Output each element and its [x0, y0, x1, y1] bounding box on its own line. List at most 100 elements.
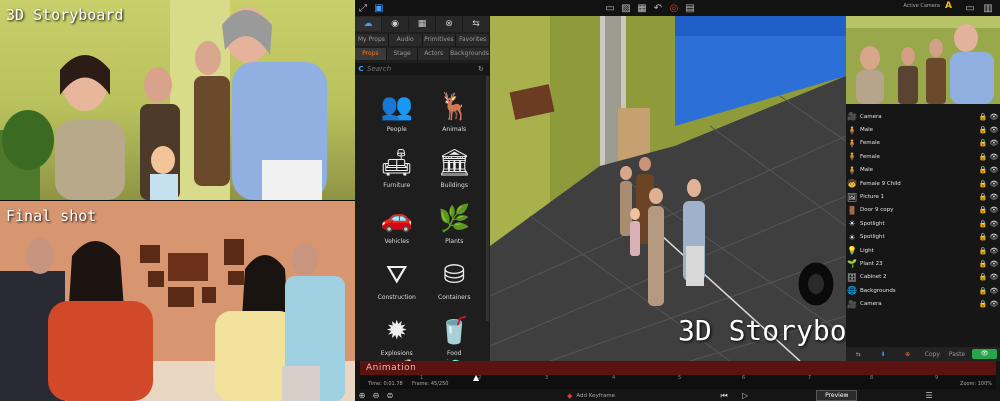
library-item-buildings[interactable]: 🏛 Buildings: [427, 137, 483, 193]
props-mode-icon[interactable]: ☁: [355, 17, 382, 31]
outliner-row[interactable]: 🧍 Male 🔒 👁: [846, 123, 1000, 136]
outliner-row[interactable]: 🧍 Female 🔒 👁: [846, 137, 1000, 150]
library-item-animals[interactable]: 🦌 Animals: [427, 81, 483, 137]
eye-icon[interactable]: 👁: [988, 193, 1000, 201]
lock-icon[interactable]: 🔒: [978, 153, 988, 161]
menu-icon[interactable]: ☰: [925, 391, 932, 400]
eye-icon[interactable]: 👁: [988, 153, 1000, 161]
outliner-row[interactable]: 🧍 Female 🔒 👁: [846, 150, 1000, 163]
eye-icon[interactable]: 👁: [988, 260, 1000, 268]
eye-icon[interactable]: 👁: [988, 206, 1000, 214]
outliner-row[interactable]: 🌱 Plant 23 🔒 👁: [846, 257, 1000, 270]
library-item-people[interactable]: 👥 People: [369, 81, 425, 137]
eye-icon[interactable]: 👁: [988, 220, 1000, 228]
add-keyframe-button[interactable]: Add Keyframe: [576, 393, 615, 399]
tab-my-props[interactable]: My Props: [355, 34, 389, 46]
timeline-header[interactable]: Animation: [360, 361, 996, 375]
3d-viewport[interactable]: 3D Storyboard: [490, 16, 846, 361]
tab-stage[interactable]: Stage: [386, 48, 419, 60]
swap-icon[interactable]: ⇆: [846, 351, 871, 358]
eye-icon[interactable]: 👁: [988, 287, 1000, 295]
fullscreen-icon[interactable]: ⤢: [355, 1, 371, 15]
remove-icon[interactable]: ⊖: [369, 391, 383, 400]
lock-icon[interactable]: 🔒: [978, 126, 988, 134]
screen-icon[interactable]: ▭: [962, 1, 978, 15]
timeline-ruler[interactable]: 1 2 3 4 5 6 7 8 9 Time: 0:01.78 Frame: 4…: [360, 373, 996, 389]
tab-primitives[interactable]: Primitives: [422, 34, 457, 46]
panel-toggle-icon[interactable]: ▣: [371, 1, 387, 15]
outliner-row[interactable]: 🖼 Picture 1 🔒 👁: [846, 190, 1000, 203]
eye-icon[interactable]: 👁: [988, 113, 1000, 121]
eye-icon[interactable]: 👁: [988, 139, 1000, 147]
library-item-construction[interactable]: ⛛ Construction: [369, 249, 425, 305]
eye-icon[interactable]: 👁: [988, 180, 1000, 188]
eye-icon[interactable]: 👁: [988, 247, 1000, 255]
outliner-row[interactable]: 🚪 Door 9 copy 🔒 👁: [846, 204, 1000, 217]
keyframe-icon[interactable]: ◆: [567, 392, 572, 400]
import-icon[interactable]: ⬇: [871, 351, 896, 358]
outliner-row[interactable]: 💡 Light 🔒 👁: [846, 244, 1000, 257]
lock-icon[interactable]: 🔒: [978, 180, 988, 188]
library-item-plants[interactable]: 🌿 Plants: [427, 193, 483, 249]
outliner-row[interactable]: ☀ Spotlight 🔒 👁: [846, 231, 1000, 244]
library-item-food[interactable]: 🥤 Food: [427, 305, 483, 361]
lock-icon[interactable]: 🔒: [978, 233, 988, 241]
preview-button[interactable]: Preview: [816, 390, 858, 401]
outliner-row[interactable]: 🎥 Camera 🔒 👁: [846, 297, 1000, 310]
lock-icon[interactable]: 🔒: [978, 273, 988, 281]
lock-icon[interactable]: 🔒: [978, 166, 988, 174]
tab-props[interactable]: Props: [355, 48, 387, 60]
lock-icon[interactable]: 🔒: [978, 260, 988, 268]
skip-back-icon[interactable]: ⏮: [710, 391, 738, 401]
clapboard-icon[interactable]: ▤: [682, 1, 698, 15]
lock-icon[interactable]: 🔒: [978, 300, 988, 308]
play-icon[interactable]: ▷: [738, 391, 752, 400]
gallery-icon[interactable]: ▨: [618, 1, 634, 15]
eye-icon[interactable]: 👁: [988, 233, 1000, 241]
eye-icon[interactable]: 👁: [988, 126, 1000, 134]
library-search[interactable]: C Search ↻: [355, 63, 490, 75]
active-camera-badge[interactable]: A: [945, 1, 952, 11]
paste-button[interactable]: Paste: [945, 351, 970, 358]
library-scrollbar[interactable]: [486, 76, 489, 321]
layout-icon[interactable]: ▥: [980, 1, 996, 15]
outliner-row[interactable]: 🗄 Cabinet 2 🔒 👁: [846, 271, 1000, 284]
outliner-row[interactable]: 🎥 Camera 🔒 👁: [846, 110, 1000, 123]
eye-icon[interactable]: 👁: [988, 300, 1000, 308]
add-icon[interactable]: ⊕: [355, 391, 369, 400]
outliner-row[interactable]: 🧍 Male 🔒 👁: [846, 164, 1000, 177]
refresh-icon[interactable]: ↻: [478, 65, 490, 73]
outliner-row[interactable]: ☀ Spotlight 🔒 👁: [846, 217, 1000, 230]
folder-icon[interactable]: ▭: [602, 1, 618, 15]
undo-icon[interactable]: ↶: [650, 1, 666, 15]
outliner-row[interactable]: 🌐 Backgrounds 🔒 👁: [846, 284, 1000, 297]
copy-button[interactable]: Copy: [920, 351, 945, 358]
list-icon[interactable]: ⊜: [383, 391, 397, 400]
tab-backgrounds[interactable]: Backgrounds: [450, 48, 490, 60]
lock-icon[interactable]: 🔒: [978, 220, 988, 228]
playhead-icon[interactable]: ▲: [473, 373, 479, 382]
tab-audio[interactable]: Audio: [388, 34, 423, 46]
lock-icon[interactable]: 🔒: [978, 247, 988, 255]
lock-icon[interactable]: 🔒: [978, 113, 988, 121]
lock-icon[interactable]: 🔒: [978, 287, 988, 295]
camera-mode-icon[interactable]: ◉: [382, 17, 409, 31]
visibility-toggle-icon[interactable]: 👁: [972, 349, 998, 359]
tab-favorites[interactable]: Favorites: [456, 34, 490, 46]
grid-mode-icon[interactable]: ▦: [409, 17, 436, 31]
eye-icon[interactable]: 👁: [988, 166, 1000, 174]
library-item-furniture[interactable]: 🛋 Furniture: [369, 137, 425, 193]
circle-mode-icon[interactable]: ⊗: [436, 17, 463, 31]
swap-icon[interactable]: ⇆: [463, 17, 490, 31]
outliner-row[interactable]: 🧒 Female 9 Child 🔒 👁: [846, 177, 1000, 190]
lock-icon[interactable]: 🔒: [978, 193, 988, 201]
grid-icon[interactable]: ▦: [634, 1, 650, 15]
target-icon[interactable]: ⊕: [895, 351, 920, 358]
eye-icon[interactable]: 👁: [988, 273, 1000, 281]
library-item-vehicles[interactable]: 🚗 Vehicles: [369, 193, 425, 249]
search-input[interactable]: Search: [367, 65, 478, 73]
help-icon[interactable]: ◎: [666, 1, 682, 15]
library-item-explosions[interactable]: ✹ Explosions: [369, 305, 425, 361]
lock-icon[interactable]: 🔒: [978, 206, 988, 214]
tab-actors[interactable]: Actors: [418, 48, 451, 60]
